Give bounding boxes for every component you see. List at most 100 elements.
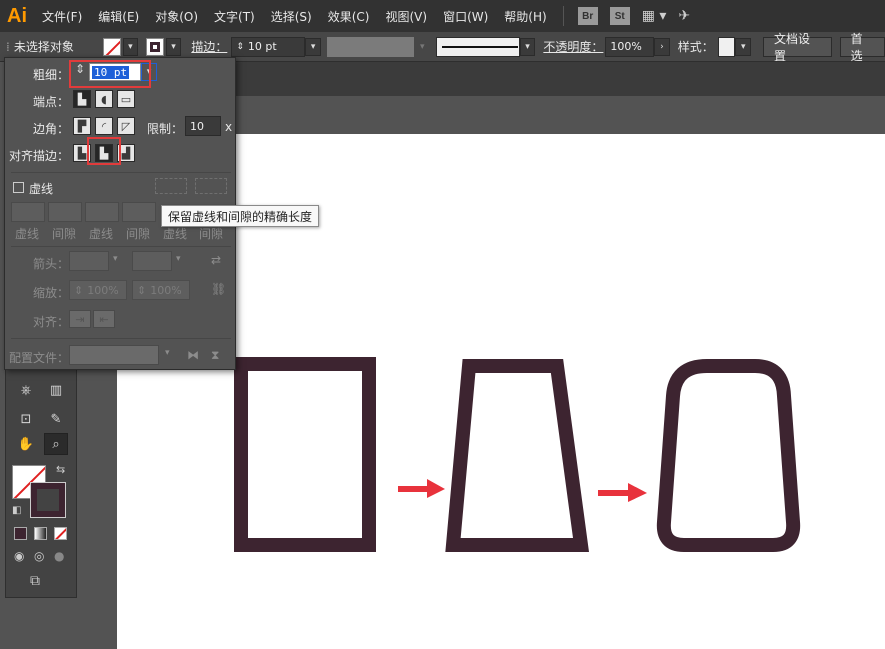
- projecting-cap-icon[interactable]: ▭: [117, 90, 135, 108]
- stock-button[interactable]: St: [609, 7, 630, 25]
- dash-align-corners-icon[interactable]: [195, 178, 227, 194]
- place-arrow-tip-icon: ⇤: [93, 310, 115, 328]
- swap-colors-icon[interactable]: ⇆: [56, 463, 65, 476]
- profile-label: 配置文件：: [9, 351, 70, 365]
- dash-1-label: 虚线: [15, 227, 40, 241]
- document-setup-button[interactable]: 文档设置: [763, 32, 832, 63]
- rectangle-shape: [234, 357, 376, 552]
- round-join-icon[interactable]: ◜: [95, 117, 113, 135]
- screen-mode-icon[interactable]: ⧉: [30, 573, 40, 589]
- stepper-icon[interactable]: ⇕: [236, 42, 244, 52]
- gap-2-input: [122, 202, 156, 222]
- chevron-down-icon[interactable]: ▾: [305, 37, 321, 56]
- rounded-trapezoid-shape: [656, 359, 801, 552]
- opacity-label[interactable]: 不透明度：: [543, 38, 603, 55]
- flip-vertical-icon: ⧗: [211, 348, 220, 362]
- selection-status: 未选择对象: [13, 40, 74, 54]
- dash-3-label: 虚线: [163, 227, 188, 241]
- divider: [11, 338, 231, 339]
- preferences-button[interactable]: 首选: [839, 32, 885, 63]
- chevron-down-icon[interactable]: ▾: [165, 37, 182, 56]
- none-mode-button[interactable]: [54, 527, 67, 540]
- bridge-button[interactable]: Br: [577, 7, 598, 25]
- cap-label: 端点：: [33, 95, 70, 109]
- dash-preserve-icon[interactable]: [155, 178, 187, 194]
- dash-1-input: [11, 202, 45, 222]
- style-label: 样式：: [677, 40, 714, 54]
- weight-label: 粗细：: [33, 68, 70, 82]
- slice-tool-icon[interactable]: ✎: [44, 408, 68, 430]
- menu-separator: [562, 6, 564, 26]
- link-scale-icon: ⛓: [211, 282, 227, 296]
- menu-file[interactable]: 文件(F): [34, 8, 90, 25]
- chevron-down-icon[interactable]: ▾: [735, 37, 752, 56]
- chevron-down-icon[interactable]: ▾: [122, 37, 139, 56]
- align-stroke-label: 对齐描边：: [9, 149, 70, 163]
- artboard-tool-icon[interactable]: ⊡: [14, 408, 38, 430]
- color-mode-button[interactable]: [14, 527, 27, 540]
- limit-input[interactable]: 10: [185, 116, 221, 136]
- opacity-field[interactable]: 100%: [605, 36, 655, 57]
- menu-view[interactable]: 视图(V): [377, 8, 435, 25]
- variable-width-profile[interactable]: [326, 36, 415, 57]
- chevron-down-icon: ▾: [176, 254, 181, 264]
- align-highlight-frame: [87, 137, 121, 165]
- stroke-label[interactable]: 描边：: [191, 38, 227, 55]
- arrow-align-label: 对齐：: [33, 315, 70, 329]
- menu-select[interactable]: 选择(S): [263, 8, 320, 25]
- zoom-tool-icon[interactable]: ⌕: [44, 433, 68, 455]
- draw-behind-icon[interactable]: ◎: [34, 549, 44, 563]
- draw-inside-icon[interactable]: ●: [54, 549, 64, 563]
- menu-window[interactable]: 窗口(W): [435, 8, 496, 25]
- weight-highlight-frame: [69, 60, 151, 88]
- draw-normal-icon[interactable]: ◉: [14, 549, 24, 563]
- profile-select: [69, 345, 159, 365]
- divider: [11, 172, 231, 173]
- menu-effect[interactable]: 效果(C): [320, 8, 378, 25]
- end-scale-value: 100%: [150, 283, 182, 297]
- arrow-icon: [398, 479, 445, 498]
- trapezoid-shape: [445, 359, 590, 552]
- arrowhead-label: 箭头：: [33, 257, 70, 271]
- column-graph-tool-icon[interactable]: ▥: [44, 379, 68, 401]
- fill-swatch[interactable]: [103, 37, 121, 56]
- menu-help[interactable]: 帮助(H): [496, 8, 554, 25]
- stroke-weight-field[interactable]: ⇕ 10 pt: [231, 36, 306, 57]
- butt-cap-icon[interactable]: ▙: [73, 90, 91, 108]
- dashed-line-label: 虚线: [29, 182, 54, 196]
- brush-definition[interactable]: [436, 36, 520, 57]
- gap-1-input: [48, 202, 82, 222]
- gradient-mode-button[interactable]: [34, 527, 47, 540]
- workspace-layout-icon[interactable]: ▦ ▾: [642, 8, 667, 24]
- menu-object[interactable]: 对象(O): [147, 8, 206, 25]
- gap-1-label: 间隙: [52, 227, 77, 241]
- limit-unit: x: [225, 120, 233, 134]
- chevron-down-icon: ▾: [113, 254, 118, 264]
- brush-stroke-icon: [441, 45, 518, 48]
- grip-icon: ⁞: [6, 39, 10, 54]
- stroke-swatch[interactable]: [146, 37, 164, 56]
- menu-edit[interactable]: 编辑(E): [90, 8, 147, 25]
- style-swatch[interactable]: [717, 36, 736, 57]
- menu-bar: Ai 文件(F) 编辑(E) 对象(O) 文字(T) 选择(S) 效果(C) 视…: [0, 0, 885, 32]
- dashed-line-checkbox[interactable]: [13, 182, 24, 193]
- chevron-down-icon[interactable]: ▾: [519, 37, 536, 56]
- stepper-icon: ⇕: [137, 283, 147, 297]
- chevron-right-icon[interactable]: ›: [654, 37, 670, 56]
- stepper-icon: ⇕: [74, 283, 84, 297]
- rocket-icon[interactable]: ✈: [678, 8, 690, 24]
- stroke-color-box[interactable]: [30, 482, 66, 518]
- round-cap-icon[interactable]: ◖: [95, 90, 113, 108]
- default-colors-icon[interactable]: ◧: [12, 505, 21, 516]
- miter-join-icon[interactable]: ▛: [73, 117, 91, 135]
- bevel-join-icon[interactable]: ◸: [117, 117, 135, 135]
- extend-arrow-tip-icon: ⇥: [69, 310, 91, 328]
- corner-label: 边角：: [33, 122, 70, 136]
- symbol-sprayer-tool-icon[interactable]: ⎈: [14, 379, 38, 401]
- limit-label: 限制：: [147, 122, 184, 136]
- scale-label: 缩放：: [33, 286, 70, 300]
- gap-2-label: 间隙: [126, 227, 151, 241]
- menu-type[interactable]: 文字(T): [206, 8, 263, 25]
- hand-tool-icon[interactable]: ✋: [14, 433, 38, 455]
- dash-2-input: [85, 202, 119, 222]
